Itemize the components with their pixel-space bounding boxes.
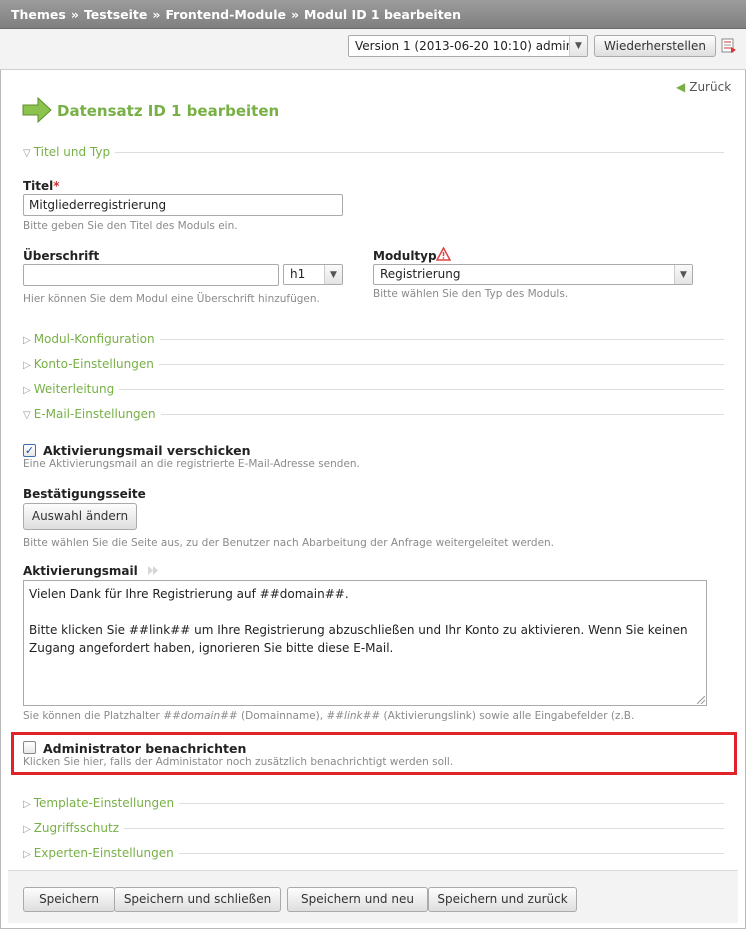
diff-icon[interactable] bbox=[721, 38, 737, 54]
module-type-select[interactable]: Registrierung ▼ bbox=[373, 264, 693, 285]
headline-unit-value: h1 bbox=[290, 267, 306, 281]
breadcrumb-current: Modul ID 1 bearbeiten bbox=[304, 7, 462, 22]
section-label: Weiterleitung bbox=[33, 382, 115, 396]
breadcrumb-separator: » bbox=[70, 7, 79, 22]
section-divider bbox=[23, 828, 724, 829]
section-module-config[interactable]: ▷ Modul-Konfiguration bbox=[23, 332, 724, 346]
breadcrumb-item[interactable]: Testseite bbox=[84, 7, 147, 22]
back-link-label: Zurück bbox=[689, 80, 732, 94]
section-header: ▷ Experten-Einstellungen bbox=[23, 846, 179, 860]
notify-admin-label[interactable]: Administrator benachrichten bbox=[43, 741, 246, 756]
section-label: Zugriffsschutz bbox=[33, 821, 119, 835]
section-header: ▷ Template-Einstellungen bbox=[23, 796, 180, 810]
activation-text-label-text: Aktivierungsmail bbox=[23, 564, 138, 578]
version-bar: Version 1 (2013-06-20 10:10) admin ▼ Wie… bbox=[0, 29, 746, 70]
breadcrumb-item[interactable]: Frontend-Module bbox=[165, 7, 286, 22]
activation-text-area[interactable]: Vielen Dank für Ihre Registrierung auf #… bbox=[23, 580, 707, 706]
section-template[interactable]: ▷ Template-Einstellungen bbox=[23, 796, 724, 810]
breadcrumb-separator: » bbox=[152, 7, 161, 22]
module-type-value: Registrierung bbox=[380, 267, 461, 281]
triangle-down-icon: ▽ bbox=[23, 148, 31, 159]
triangle-right-icon: ▷ bbox=[23, 385, 31, 396]
chevron-down-icon: ▼ bbox=[674, 265, 692, 284]
save-back-button[interactable]: Speichern und zurück bbox=[428, 887, 577, 912]
placeholder-domain: ##domain## bbox=[163, 710, 238, 722]
resize-grip-icon[interactable] bbox=[697, 696, 705, 704]
checkmark-icon: ✓ bbox=[24, 444, 35, 457]
section-account[interactable]: ▷ Konto-Einstellungen bbox=[23, 357, 724, 371]
triangle-right-icon: ▷ bbox=[23, 824, 31, 835]
section-label: Titel und Typ bbox=[33, 145, 111, 159]
restore-button[interactable]: Wiederherstellen bbox=[594, 35, 716, 57]
breadcrumb: Themes » Testseite » Frontend-Module » Modul I… bbox=[0, 0, 746, 29]
headline-input[interactable] bbox=[23, 264, 279, 286]
section-redirect[interactable]: ▷ Weiterleitung bbox=[23, 382, 724, 396]
section-divider bbox=[23, 389, 724, 390]
title-input-value: Mitgliederregistrierung bbox=[29, 198, 167, 212]
activation-mail-label[interactable]: Aktivierungsmail verschicken bbox=[43, 443, 250, 458]
activation-text-tip: Sie können die Platzhalter ##domain## (D… bbox=[23, 710, 634, 722]
triangle-right-icon: ▷ bbox=[23, 849, 31, 860]
notify-admin-checkbox[interactable] bbox=[23, 741, 36, 754]
tip-text: (Aktivierungslink) sowie alle Eingabefel… bbox=[380, 710, 635, 722]
activation-text-label: Aktivierungsmail bbox=[23, 564, 159, 578]
activation-mail-checkbox[interactable]: ✓ bbox=[23, 444, 36, 457]
save-button[interactable]: Speichern bbox=[23, 887, 115, 912]
translate-icon[interactable] bbox=[147, 565, 159, 576]
tip-text: (Domainname), bbox=[237, 710, 327, 722]
back-link[interactable]: ◀ Zurück bbox=[676, 80, 731, 94]
notify-admin-tip: Klicken Sie hier, falls der Administator… bbox=[23, 756, 454, 768]
headline-label: Überschrift bbox=[23, 249, 100, 263]
headline-tip: Hier können Sie dem Modul eine Überschri… bbox=[23, 293, 320, 305]
section-header: ▽ Titel und Typ bbox=[23, 145, 116, 159]
section-protection[interactable]: ▷ Zugriffsschutz bbox=[23, 821, 724, 835]
section-label: E-Mail-Einstellungen bbox=[33, 407, 156, 421]
breadcrumb-item[interactable]: Themes bbox=[11, 7, 66, 22]
section-header: ▽ E-Mail-Einstellungen bbox=[23, 407, 161, 421]
section-header: ▷ Konto-Einstellungen bbox=[23, 357, 159, 371]
title-label-text: Titel bbox=[23, 179, 54, 193]
headline-unit-select[interactable]: h1 ▼ bbox=[283, 264, 343, 285]
section-header: ▷ Weiterleitung bbox=[23, 382, 120, 396]
back-arrow-icon: ◀ bbox=[676, 80, 686, 94]
section-expert[interactable]: ▷ Experten-Einstellungen bbox=[23, 846, 724, 860]
page-title: Datensatz ID 1 bearbeiten bbox=[57, 102, 280, 120]
triangle-right-icon: ▷ bbox=[23, 360, 31, 371]
tip-text: Sie können die Platzhalter bbox=[23, 710, 164, 722]
section-email[interactable]: ▽ E-Mail-Einstellungen bbox=[23, 407, 724, 421]
chevron-down-icon: ▼ bbox=[569, 36, 587, 56]
activation-text-value: Vielen Dank für Ihre Registrierung auf #… bbox=[29, 587, 688, 655]
section-header: ▷ Modul-Konfiguration bbox=[23, 332, 160, 346]
footer-bar: Speichern Speichern und schließen Speich… bbox=[8, 870, 738, 923]
section-header: ▷ Zugriffsschutz bbox=[23, 821, 124, 835]
module-type-label: Modultyp bbox=[373, 249, 437, 263]
placeholder-link: ##link## bbox=[326, 710, 381, 722]
confirm-page-tip: Bitte wählen Sie die Seite aus, zu der B… bbox=[23, 537, 555, 549]
title-tip: Bitte geben Sie den Titel des Moduls ein… bbox=[23, 220, 238, 232]
confirm-page-label: Bestätigungsseite bbox=[23, 487, 146, 501]
warning-icon bbox=[436, 247, 451, 261]
save-close-button[interactable]: Speichern und schließen bbox=[114, 887, 281, 912]
required-mark: * bbox=[53, 179, 60, 193]
title-input[interactable]: Mitgliederregistrierung bbox=[23, 194, 343, 216]
save-new-button[interactable]: Speichern und neu bbox=[287, 887, 428, 912]
section-label: Template-Einstellungen bbox=[33, 796, 175, 810]
breadcrumb-separator: » bbox=[290, 7, 300, 22]
activation-mail-tip: Eine Aktivierungsmail an die registriert… bbox=[23, 458, 360, 470]
section-label: Modul-Konfiguration bbox=[33, 332, 155, 346]
version-select-value: Version 1 (2013-06-20 10:10) admin bbox=[355, 39, 574, 53]
section-divider bbox=[23, 152, 724, 153]
triangle-right-icon: ▷ bbox=[23, 335, 31, 346]
section-title-type[interactable]: ▽ Titel und Typ bbox=[23, 145, 724, 159]
section-label: Experten-Einstellungen bbox=[33, 846, 174, 860]
title-label: Titel* bbox=[23, 179, 60, 193]
triangle-down-icon: ▽ bbox=[23, 410, 31, 421]
module-type-tip: Bitte wählen Sie den Typ des Moduls. bbox=[373, 288, 569, 300]
change-selection-button[interactable]: Auswahl ändern bbox=[23, 503, 137, 530]
triangle-right-icon: ▷ bbox=[23, 799, 31, 810]
chevron-down-icon: ▼ bbox=[324, 265, 342, 284]
section-label: Konto-Einstellungen bbox=[33, 357, 154, 371]
edit-arrow-icon bbox=[22, 97, 52, 123]
version-select[interactable]: Version 1 (2013-06-20 10:10) admin ▼ bbox=[348, 35, 588, 57]
